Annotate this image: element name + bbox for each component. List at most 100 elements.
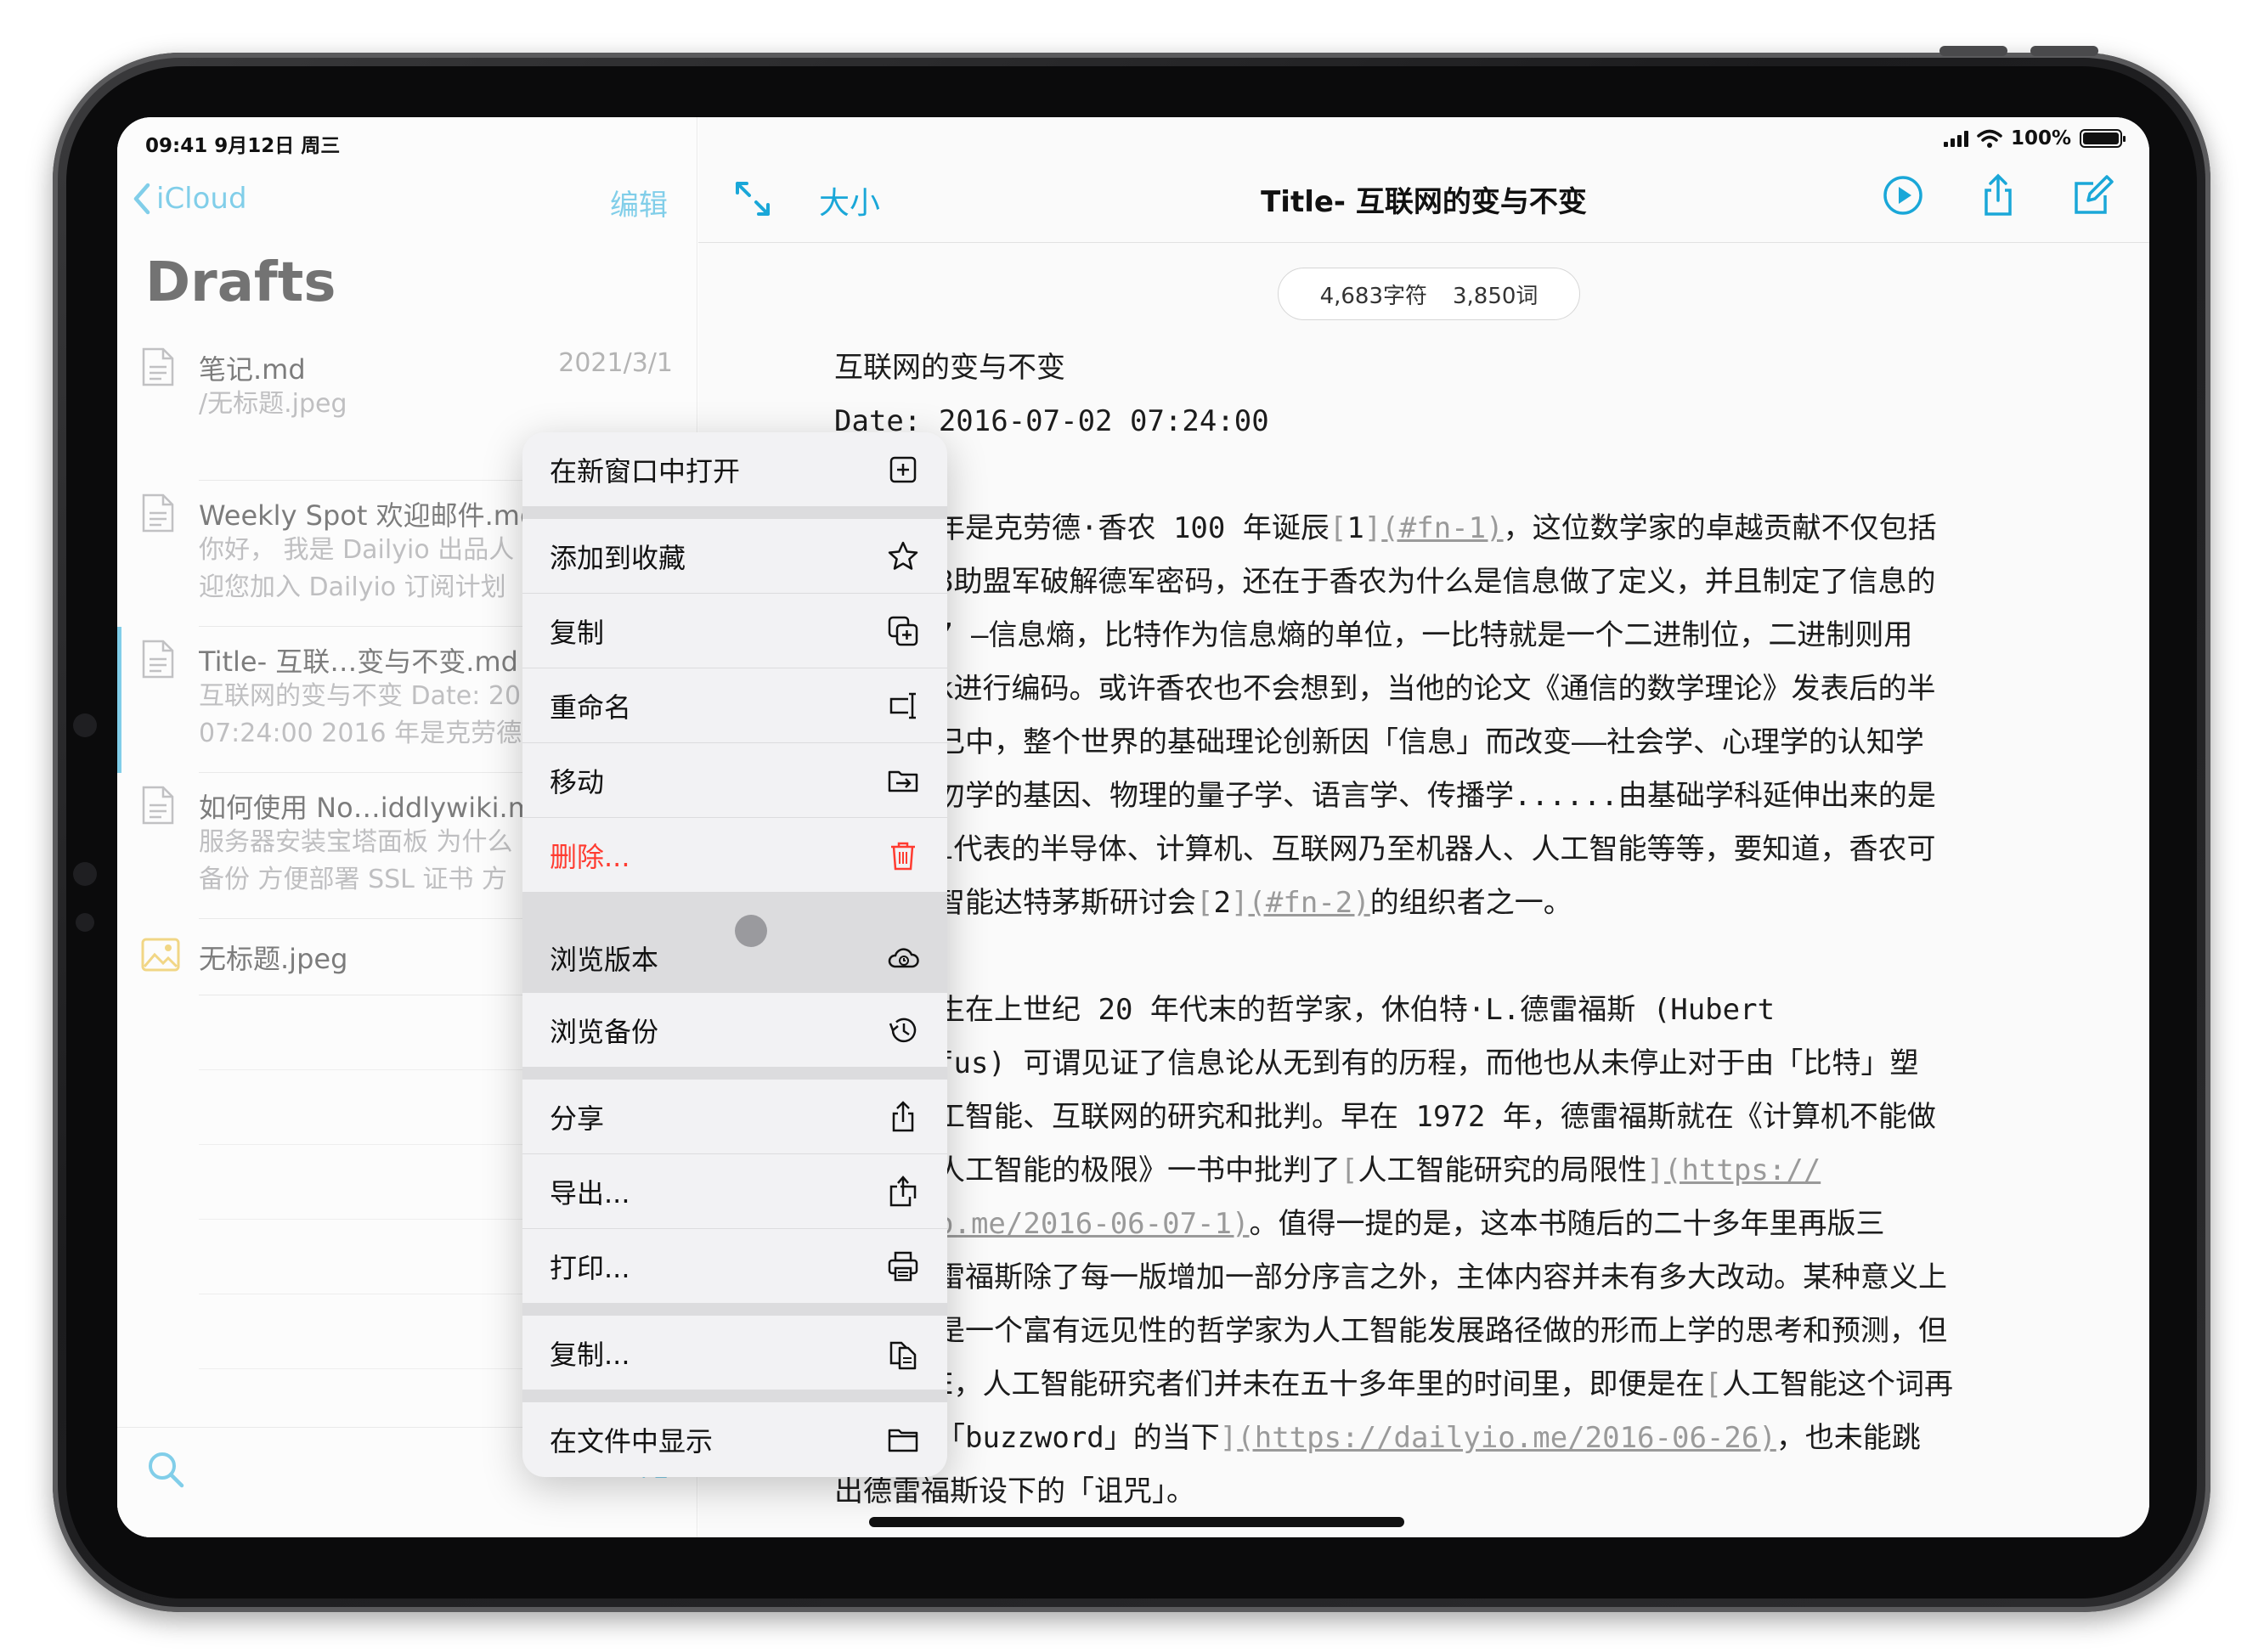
text-line: E，人工智能研究者们并未在五十多年里的时间里，即便是在[人工智能这个词再 <box>936 1358 2024 1412</box>
word-count-pill[interactable]: 4,683字符 3,850词 <box>1278 268 1580 320</box>
menu-group-gap <box>522 1390 947 1402</box>
share-icon <box>892 1100 914 1131</box>
context-menu: 在新窗口中打开 添加到收藏 复制 重命名 移动 删除... 浏览版本 浏览备份 … <box>522 432 947 1477</box>
print-icon <box>888 1251 918 1281</box>
paragraph-2: 生在上世纪 20 年代末的哲学家，休伯特·L.德雷福斯 (Hubert fus)… <box>936 984 2024 1465</box>
star-icon <box>888 541 918 570</box>
text-run: ，也未能跳 <box>1776 1421 1921 1455</box>
wifi-icon <box>1977 129 2002 148</box>
home-indicator[interactable] <box>869 1517 1404 1527</box>
text-line: 8助盟军破解德军密码，还在于香农为什么是信息做了定义，并且制定了信息的 <box>936 565 1936 599</box>
cellular-signal-icon <box>1943 130 1968 147</box>
menu-item-label: 在文件中显示 <box>550 1425 714 1457</box>
text-line: i代表的半导体、计算机、互联网乃至机器人、人工智能等等，要知道，香农可 <box>936 832 1936 866</box>
menu-item-show-in-files[interactable]: 在文件中显示 <box>522 1402 947 1477</box>
status-bar: 09:41 9月12日 周三 100% <box>117 117 2149 161</box>
share-icon[interactable] <box>1976 173 2020 217</box>
menu-item-browse-versions[interactable]: 浏览版本 <box>522 905 947 993</box>
menu-item-label: 导出... <box>550 1176 630 1209</box>
url-link[interactable]: (https:// <box>1664 1153 1821 1187</box>
duplicate-icon <box>888 616 918 646</box>
text-line: 人工智能的极限》一书中批判了[人工智能研究的局限性](https:// <box>936 1144 2024 1198</box>
editor-toolbar: 大小 Title- 互联网的变与不变 <box>698 161 2149 243</box>
menu-item-label: 重命名 <box>550 691 632 724</box>
menu-item-print[interactable]: 打印... <box>522 1229 947 1304</box>
toolbar-actions <box>1881 173 2115 217</box>
menu-item-open-new-window[interactable]: 在新窗口中打开 <box>522 432 947 507</box>
volume-down-button <box>2030 46 2098 56</box>
text-line: o.me/2016-06-07-1)。值得一提的是，这本书随后的二十多年里再版三 <box>936 1198 2024 1251</box>
trash-icon <box>891 842 915 870</box>
url-link[interactable]: (https://dailyio.me/2016-06-26) <box>1237 1421 1776 1455</box>
bracket: ] <box>1646 1153 1664 1187</box>
battery-percent: 100% <box>2010 127 2071 149</box>
menu-item-label: 移动 <box>550 765 605 798</box>
word-count: 3,850词 <box>1453 283 1539 309</box>
menu-group-gap <box>522 507 947 519</box>
menu-item-label: 浏览版本 <box>550 943 659 976</box>
text-run: 年是克劳德·香农 100 年诞辰 <box>936 511 1330 545</box>
paragraph-1: 年是克劳德·香农 100 年诞辰[1](#fn-1)，这位数学家的卓越贡献不仅包… <box>936 502 2024 930</box>
menu-item-label: 复制... <box>550 1338 630 1371</box>
export-icon <box>889 1175 917 1206</box>
text-run: 人工智能的极限》一书中批判了 <box>936 1153 1341 1187</box>
link-text: 人工智能这个词再 <box>1721 1367 1953 1401</box>
menu-group-gap <box>522 1068 947 1080</box>
new-window-icon <box>889 456 917 482</box>
bracket: [ <box>1329 511 1347 545</box>
text-line: 工智能、互联网的研究和批判。早在 1972 年，德雷福斯就在《计算机不能做 <box>936 1100 1936 1134</box>
rename-icon <box>889 692 916 719</box>
text-run: 的组织者之一。 <box>1369 886 1572 920</box>
menu-item-label: 浏览备份 <box>550 1015 659 1048</box>
bracket: ] <box>1219 1421 1238 1455</box>
text-line: 出德雷福斯设下的「诅咒」。 <box>834 1474 1195 1508</box>
status-indicators: 100% <box>1943 127 2126 149</box>
url-link[interactable]: o.me/2016-06-07-1) <box>936 1207 1249 1241</box>
text-line: 是一个富有远见性的哲学家为人工智能发展路径做的形而上学的思考和预测，但 <box>936 1314 1947 1348</box>
text-run: ，这位数学家的卓越贡献不仅包括 <box>1503 511 1937 545</box>
camera-dot <box>73 713 97 737</box>
document-body[interactable]: 互联网的变与不变 Date: 2016-07-02 07:24:00 年是克劳德… <box>834 341 2024 1519</box>
folder-icon <box>888 1429 918 1452</box>
menu-item-label: 删除... <box>550 840 630 873</box>
menu-item-export[interactable]: 导出... <box>522 1154 947 1229</box>
bracket: ] <box>1363 511 1382 545</box>
text-line: ” —信息熵，比特作为信息熵的单位，一比特就是一个二进制位，二进制则用 <box>936 618 1913 652</box>
bracket: [ <box>1196 886 1214 920</box>
text-run: 「buzzword」的当下 <box>936 1421 1220 1455</box>
sensor-dot <box>73 862 97 886</box>
footnote-link[interactable]: (#fn-2) <box>1248 886 1369 920</box>
text-run: 智能达特茅斯研讨会 <box>936 886 1196 920</box>
menu-item-browse-backups[interactable]: 浏览备份 <box>522 993 947 1068</box>
menu-item-label: 添加到收藏 <box>550 541 686 574</box>
copy-docs-icon <box>889 1341 917 1369</box>
move-folder-icon <box>888 770 918 792</box>
menu-item-delete[interactable]: 删除... <box>522 818 947 893</box>
menu-group-gap <box>522 893 947 905</box>
text-line: 雷福斯除了每一版增加一部分序言之外，主体内容并未有多大改动。某种意义上 <box>936 1260 1947 1294</box>
bracket: [ <box>1341 1153 1358 1187</box>
menu-item-label: 复制 <box>550 616 605 649</box>
menu-item-rename[interactable]: 重命名 <box>522 668 947 743</box>
menu-item-share[interactable]: 分享 <box>522 1080 947 1154</box>
footnote-number: 1 <box>1347 511 1364 545</box>
compose-icon[interactable] <box>2071 173 2115 217</box>
footnote-link[interactable]: (#fn-1) <box>1381 511 1503 545</box>
text-line: 「buzzword」的当下](https://dailyio.me/2016-0… <box>936 1412 2024 1465</box>
text-run: 。值得一提的是，这本书随后的二十多年里再版三 <box>1249 1207 1885 1241</box>
text-line: 己中，整个世界的基础理论创新因「信息」而改变——社会学、心理学的认知学 <box>936 725 1924 759</box>
sensor-dot-small <box>76 913 94 932</box>
text-line: 生在上世纪 20 年代末的哲学家，休伯特·L.德雷福斯 (Hubert <box>936 993 1776 1027</box>
text-line: 年是克劳德·香农 100 年诞辰[1](#fn-1)，这位数学家的卓越贡献不仅包… <box>936 502 2024 555</box>
menu-group-gap <box>522 1304 947 1316</box>
menu-item-duplicate[interactable]: 复制 <box>522 594 947 668</box>
cloud-versions-icon <box>888 947 919 967</box>
menu-item-add-favorite[interactable]: 添加到收藏 <box>522 519 947 594</box>
ipad-screen: 09:41 9月12日 周三 100% iCloud 编辑 Drafts 笔记.… <box>117 117 2149 1537</box>
menu-item-label: 在新窗口中打开 <box>550 454 741 488</box>
char-count: 4,683字符 <box>1319 283 1427 309</box>
menu-item-copy-to[interactable]: 复制... <box>522 1316 947 1390</box>
menu-item-label: 打印... <box>550 1251 630 1284</box>
menu-item-move[interactable]: 移动 <box>522 743 947 818</box>
play-preview-icon[interactable] <box>1881 173 1925 217</box>
